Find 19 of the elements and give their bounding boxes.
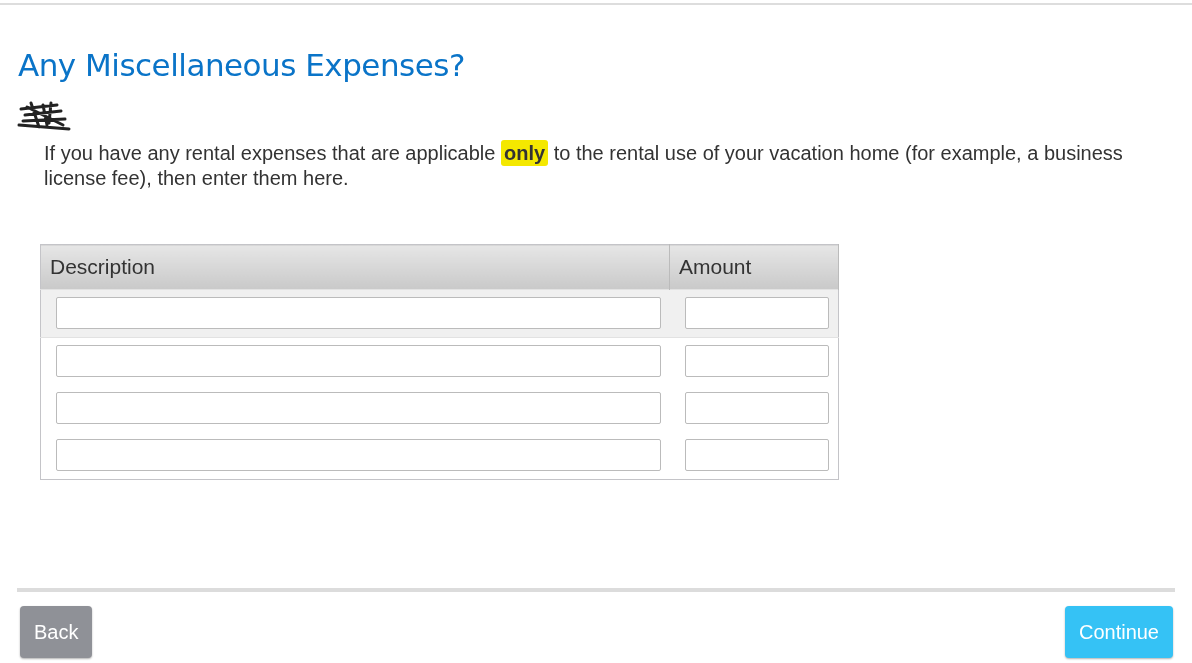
table-row[interactable] [40,289,839,338]
table-row[interactable] [40,385,839,432]
amount-field[interactable] [684,297,829,329]
continue-button[interactable]: Continue [1064,606,1173,658]
amount-field[interactable] [684,392,829,424]
instruction-text: If you have any rental expenses that are applicable only to the rental use of your vacation home (for example, a business license fee), then enter them here. [44,141,1124,191]
amount-field[interactable] [684,439,829,471]
description-field[interactable] [56,392,661,424]
scribble-icon [17,99,73,131]
column-header: Amount [669,244,839,290]
amount-field[interactable] [684,345,829,377]
description-field[interactable] [56,439,661,471]
back-button[interactable]: Back [20,606,93,658]
description-field[interactable] [56,297,661,329]
column-header: Description [40,244,670,290]
table-row[interactable] [40,432,839,480]
description-field[interactable] [56,345,661,377]
table-row[interactable] [40,337,839,385]
page-title: Any Miscellaneous Expenses? [18,46,466,85]
